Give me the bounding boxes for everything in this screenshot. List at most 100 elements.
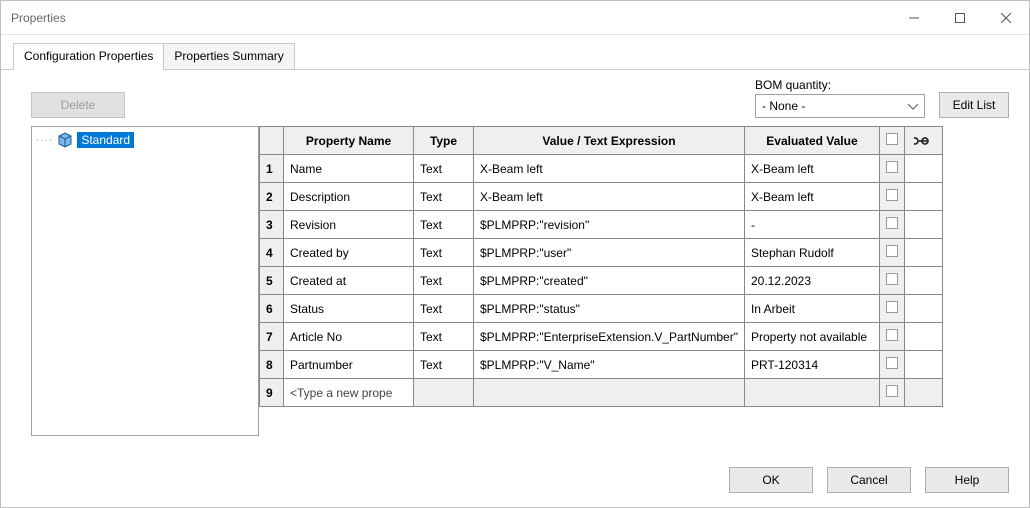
cell-type[interactable]: Text — [414, 323, 474, 351]
table-row[interactable]: 6StatusText$PLMPRP:"status"In Arbeit — [260, 295, 943, 323]
row-number: 6 — [260, 295, 284, 323]
cell-checkbox[interactable] — [879, 211, 904, 239]
cell-evaluated: - — [744, 211, 879, 239]
cell-link[interactable] — [904, 183, 942, 211]
cell-link[interactable] — [904, 155, 942, 183]
maximize-button[interactable] — [937, 1, 983, 34]
cell-checkbox[interactable] — [879, 239, 904, 267]
cell-link[interactable] — [904, 267, 942, 295]
cell-link[interactable] — [904, 239, 942, 267]
cube-icon — [57, 132, 73, 148]
cell-link[interactable] — [904, 323, 942, 351]
row-number: 8 — [260, 351, 284, 379]
tree-item-label: Standard — [77, 132, 134, 148]
cell-property-name[interactable]: Article No — [284, 323, 414, 351]
cell-link[interactable] — [904, 211, 942, 239]
cell-property-name[interactable]: Created at — [284, 267, 414, 295]
close-button[interactable] — [983, 1, 1029, 34]
cell-property-name[interactable]: Revision — [284, 211, 414, 239]
cell-expression[interactable]: $PLMPRP:"user" — [474, 239, 745, 267]
cell-checkbox[interactable] — [879, 379, 904, 407]
cell-checkbox[interactable] — [879, 155, 904, 183]
cell-expression[interactable]: $PLMPRP:"V_Name" — [474, 351, 745, 379]
cell-evaluated: PRT-120314 — [744, 351, 879, 379]
checkbox-icon — [886, 133, 898, 145]
cell-type[interactable]: Text — [414, 211, 474, 239]
col-checkbox[interactable] — [879, 127, 904, 155]
col-expression[interactable]: Value / Text Expression — [474, 127, 745, 155]
cell-type[interactable]: Text — [414, 351, 474, 379]
cell-type[interactable]: Text — [414, 295, 474, 323]
cell-expression[interactable]: $PLMPRP:"created" — [474, 267, 745, 295]
row-number: 2 — [260, 183, 284, 211]
cell-checkbox[interactable] — [879, 323, 904, 351]
checkbox-icon — [886, 245, 898, 257]
row-number: 9 — [260, 379, 284, 407]
properties-grid: Property Name Type Value / Text Expressi… — [259, 126, 943, 407]
table-row[interactable]: 1NameTextX-Beam leftX-Beam left — [260, 155, 943, 183]
cell-link[interactable] — [904, 379, 942, 407]
cancel-button[interactable]: Cancel — [827, 467, 911, 493]
col-link[interactable] — [904, 127, 942, 155]
window-title: Properties — [11, 11, 66, 25]
cell-type[interactable] — [414, 379, 474, 407]
cell-property-name[interactable]: Status — [284, 295, 414, 323]
cell-expression[interactable]: $PLMPRP:"status" — [474, 295, 745, 323]
cell-expression[interactable]: X-Beam left — [474, 155, 745, 183]
ok-button[interactable]: OK — [729, 467, 813, 493]
checkbox-icon — [886, 161, 898, 173]
cell-expression[interactable]: $PLMPRP:"revision" — [474, 211, 745, 239]
table-row[interactable]: 5Created atText$PLMPRP:"created"20.12.20… — [260, 267, 943, 295]
edit-list-button[interactable]: Edit List — [939, 92, 1009, 118]
cell-evaluated: X-Beam left — [744, 155, 879, 183]
table-row[interactable]: 3RevisionText$PLMPRP:"revision"- — [260, 211, 943, 239]
cell-property-name[interactable]: Created by — [284, 239, 414, 267]
minimize-button[interactable] — [891, 1, 937, 34]
table-row[interactable]: 7Article NoText$PLMPRP:"EnterpriseExtens… — [260, 323, 943, 351]
table-row[interactable]: 8PartnumberText$PLMPRP:"V_Name"PRT-12031… — [260, 351, 943, 379]
cell-checkbox[interactable] — [879, 351, 904, 379]
table-row[interactable]: 4Created byText$PLMPRP:"user"Stephan Rud… — [260, 239, 943, 267]
tab-configuration-properties[interactable]: Configuration Properties — [13, 43, 164, 70]
cell-checkbox[interactable] — [879, 295, 904, 323]
cell-expression[interactable]: X-Beam left — [474, 183, 745, 211]
delete-button[interactable]: Delete — [31, 92, 125, 118]
tab-properties-summary[interactable]: Properties Summary — [163, 43, 294, 69]
table-row[interactable]: 2DescriptionTextX-Beam leftX-Beam left — [260, 183, 943, 211]
minimize-icon — [909, 13, 919, 23]
col-type[interactable]: Type — [414, 127, 474, 155]
checkbox-icon — [886, 273, 898, 285]
col-evaluated[interactable]: Evaluated Value — [744, 127, 879, 155]
cell-property-name[interactable]: Description — [284, 183, 414, 211]
cell-property-name[interactable]: Name — [284, 155, 414, 183]
cell-link[interactable] — [904, 351, 942, 379]
cell-evaluated: X-Beam left — [744, 183, 879, 211]
bom-quantity-group: BOM quantity: - None - — [755, 78, 925, 118]
checkbox-icon — [886, 217, 898, 229]
row-number: 7 — [260, 323, 284, 351]
cell-checkbox[interactable] — [879, 183, 904, 211]
cell-property-name[interactable]: Partnumber — [284, 351, 414, 379]
cell-new-property[interactable]: <Type a new prope — [284, 379, 414, 407]
cell-expression[interactable]: $PLMPRP:"EnterpriseExtension.V_PartNumbe… — [474, 323, 745, 351]
tree-item-standard[interactable]: ···· Standard — [36, 131, 254, 149]
cell-link[interactable] — [904, 295, 942, 323]
cell-evaluated: Property not available — [744, 323, 879, 351]
configuration-tree[interactable]: ···· Standard — [31, 126, 259, 436]
cell-type[interactable]: Text — [414, 267, 474, 295]
cell-checkbox[interactable] — [879, 267, 904, 295]
cell-type[interactable]: Text — [414, 183, 474, 211]
cell-type[interactable]: Text — [414, 155, 474, 183]
tabstrip: Configuration Properties Properties Summ… — [1, 35, 1029, 70]
col-property-name[interactable]: Property Name — [284, 127, 414, 155]
help-button[interactable]: Help — [925, 467, 1009, 493]
table-row-new[interactable]: 9<Type a new prope — [260, 379, 943, 407]
row-number: 3 — [260, 211, 284, 239]
checkbox-icon — [886, 301, 898, 313]
cell-type[interactable]: Text — [414, 239, 474, 267]
chevron-down-icon — [908, 99, 918, 113]
tree-connector-icon: ···· — [36, 135, 53, 146]
col-rownum — [260, 127, 284, 155]
bom-quantity-select[interactable]: - None - — [755, 94, 925, 118]
cell-expression[interactable] — [474, 379, 745, 407]
